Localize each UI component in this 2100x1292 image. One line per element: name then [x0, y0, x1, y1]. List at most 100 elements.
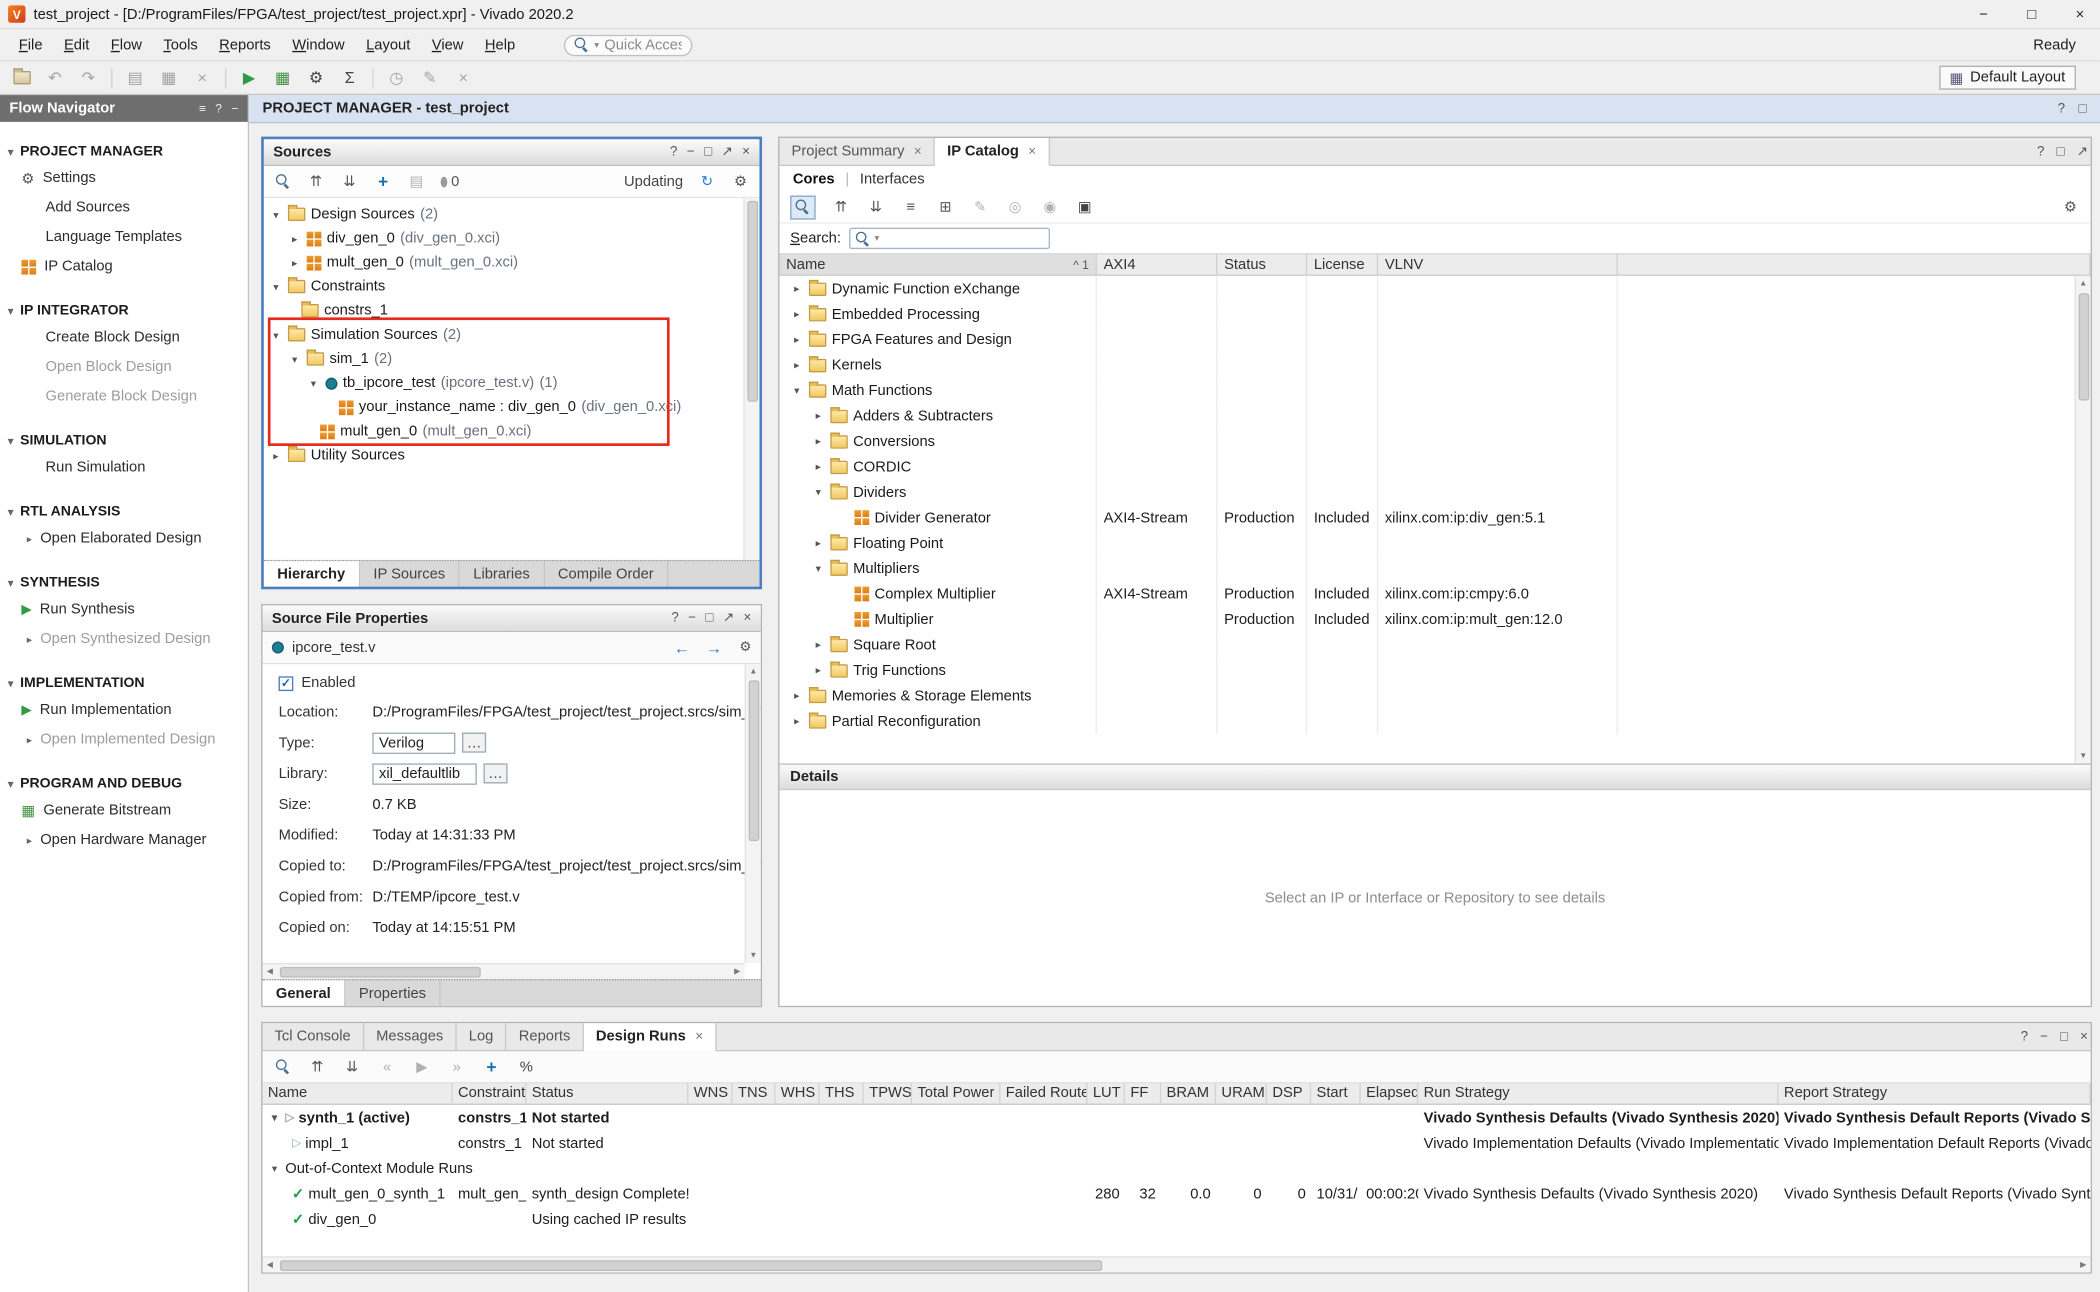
- scrollbar-thumb[interactable]: [2079, 293, 2090, 400]
- expand-all-icon[interactable]: ⇊: [343, 1057, 362, 1076]
- step-run-icon[interactable]: ▶: [413, 1057, 432, 1076]
- chevron-down-icon[interactable]: ▾: [268, 1112, 281, 1124]
- browse-button[interactable]: …: [462, 733, 486, 753]
- table-row[interactable]: ✓mult_gen_0_synth_1 mult_gen_0 synth_des…: [263, 1181, 2091, 1206]
- table-row[interactable]: ▸FPGA Features and Design: [779, 327, 2090, 352]
- sidebar-item-open-hardware-manager[interactable]: ▸Open Hardware Manager: [0, 825, 248, 854]
- window-maximize-icon[interactable]: □: [2012, 0, 2052, 29]
- cancel-icon[interactable]: ×: [453, 67, 474, 88]
- details-toggle-icon[interactable]: ▣: [1075, 198, 1094, 217]
- maximize-icon[interactable]: ↗: [2077, 144, 2088, 159]
- table-row[interactable]: Complex MultiplierAXI4-StreamProductionI…: [779, 581, 2090, 606]
- report-sigma-icon[interactable]: Σ: [339, 67, 360, 88]
- sidebar-item-settings[interactable]: ⚙Settings: [0, 163, 248, 192]
- table-row[interactable]: ▸Partial Reconfiguration: [779, 708, 2090, 733]
- column-header-name[interactable]: Name^ 1: [779, 254, 1096, 274]
- scroll-down-icon[interactable]: ▼: [746, 948, 761, 963]
- help-icon[interactable]: ?: [215, 102, 222, 115]
- sidebar-item-run-synthesis[interactable]: ▶Run Synthesis: [0, 595, 248, 624]
- menu-item-tools[interactable]: Tools: [153, 33, 209, 57]
- chevron-right-icon[interactable]: ▸: [812, 639, 825, 651]
- table-row[interactable]: ▸Dynamic Function eXchange: [779, 276, 2090, 301]
- copy-icon[interactable]: ▤: [125, 67, 146, 88]
- chevron-down-icon[interactable]: ▾: [307, 377, 320, 389]
- search-input[interactable]: ▾: [849, 228, 1050, 249]
- chevron-down-icon[interactable]: ▾: [268, 1163, 281, 1175]
- table-row[interactable]: ▸Adders & Subtracters: [779, 403, 2090, 428]
- sidebar-item-open-synthesized-design[interactable]: ▸Open Synthesized Design: [0, 624, 248, 653]
- duplicate-icon[interactable]: ▦: [158, 67, 179, 88]
- tab-project-summary[interactable]: Project Summary×: [779, 138, 935, 165]
- table-row[interactable]: Divider GeneratorAXI4-StreamProductionIn…: [779, 505, 2090, 530]
- flow-section-header[interactable]: ▾IP INTEGRATOR: [0, 299, 248, 323]
- chevron-right-icon[interactable]: ▸: [812, 435, 825, 447]
- tab-messages[interactable]: Messages: [364, 1023, 457, 1050]
- file-properties-icon[interactable]: ▤: [407, 172, 426, 191]
- chevron-down-icon[interactable]: ▾: [269, 281, 282, 293]
- chevron-down-icon[interactable]: ▾: [812, 563, 825, 575]
- column-header[interactable]: TNS: [733, 1083, 776, 1103]
- tab-tcl-console[interactable]: Tcl Console: [263, 1023, 365, 1050]
- table-row[interactable]: ▸Embedded Processing: [779, 301, 2090, 326]
- column-header[interactable]: BRAM: [1161, 1083, 1216, 1103]
- sidebar-item-language-templates[interactable]: Language Templates: [0, 222, 248, 251]
- enabled-checkbox[interactable]: ✓: [279, 676, 294, 691]
- table-row[interactable]: ▷impl_1 constrs_1 Not started Vivado Imp…: [263, 1130, 2091, 1155]
- collapse-icon[interactable]: −: [231, 102, 238, 115]
- float-icon[interactable]: ↗: [723, 611, 734, 626]
- menu-item-flow[interactable]: Flow: [100, 33, 153, 57]
- table-row[interactable]: ▸Kernels: [779, 352, 2090, 377]
- menu-item-window[interactable]: Window: [282, 33, 356, 57]
- close-icon[interactable]: ×: [742, 145, 750, 160]
- table-row[interactable]: ▸Floating Point: [779, 530, 2090, 555]
- add-repository-icon[interactable]: ⊞: [936, 198, 955, 217]
- chevron-right-icon[interactable]: ▸: [288, 232, 301, 244]
- column-header[interactable]: Constraints: [453, 1083, 527, 1103]
- scroll-down-icon[interactable]: ▼: [2076, 749, 2091, 764]
- table-row[interactable]: ▸Memories & Storage Elements: [779, 683, 2090, 708]
- quick-access-search[interactable]: ▾ Quick Access: [563, 34, 692, 55]
- tree-row[interactable]: your_instance_name : div_gen_0 (div_gen_…: [264, 395, 760, 419]
- tree-row[interactable]: ▾Simulation Sources (2): [264, 323, 760, 347]
- flow-section-header[interactable]: ▾PROGRAM AND DEBUG: [0, 771, 248, 795]
- menu-item-view[interactable]: View: [421, 33, 474, 57]
- tab-libraries[interactable]: Libraries: [460, 561, 545, 586]
- step-first-icon[interactable]: «: [378, 1057, 397, 1076]
- forward-arrow-icon[interactable]: →: [706, 638, 722, 657]
- menu-item-help[interactable]: Help: [474, 33, 526, 57]
- redo-icon[interactable]: ↷: [78, 67, 99, 88]
- close-icon[interactable]: ×: [914, 144, 922, 159]
- menu-item-layout[interactable]: Layout: [355, 33, 421, 57]
- refresh-icon[interactable]: ↻: [698, 172, 717, 191]
- column-header[interactable]: Elapsed: [1361, 1083, 1419, 1103]
- clock-icon[interactable]: ◷: [386, 67, 407, 88]
- chevron-right-icon[interactable]: ▸: [812, 461, 825, 473]
- column-header-axi4[interactable]: AXI4: [1097, 254, 1218, 274]
- chevron-down-icon[interactable]: ▾: [269, 329, 282, 341]
- tree-row[interactable]: ▸mult_gen_0 (mult_gen_0.xci): [264, 250, 760, 274]
- collapse-all-icon[interactable]: ⇈: [308, 1057, 327, 1076]
- flow-section-header[interactable]: ▾RTL ANALYSIS: [0, 500, 248, 524]
- column-header[interactable]: Run Strategy: [1418, 1083, 1778, 1103]
- tab-log[interactable]: Log: [457, 1023, 507, 1050]
- sidebar-item-generate-block-design[interactable]: Generate Block Design: [0, 382, 248, 411]
- menu-item-reports[interactable]: Reports: [208, 33, 281, 57]
- collapse-all-icon[interactable]: ⇈: [307, 172, 326, 191]
- sidebar-item-run-implementation[interactable]: ▶Run Implementation: [0, 695, 248, 724]
- collapse-all-icon[interactable]: ⇈: [832, 198, 851, 217]
- close-icon[interactable]: ×: [2080, 1029, 2088, 1044]
- horizontal-scrollbar[interactable]: ◀ ▶: [263, 1256, 2091, 1272]
- delete-icon[interactable]: ×: [192, 67, 213, 88]
- scroll-right-icon[interactable]: ▶: [2076, 1258, 2091, 1273]
- tab-design-runs[interactable]: Design Runs×: [584, 1023, 717, 1051]
- chevron-down-icon[interactable]: ▾: [790, 384, 803, 396]
- column-header[interactable]: THS: [820, 1083, 864, 1103]
- chevron-right-icon[interactable]: ▸: [812, 537, 825, 549]
- menu-item-file[interactable]: File: [8, 33, 53, 57]
- type-input[interactable]: Verilog: [372, 732, 455, 753]
- tree-row[interactable]: constrs_1: [264, 299, 760, 323]
- column-header-license[interactable]: License: [1307, 254, 1378, 274]
- column-header[interactable]: WHS: [775, 1083, 819, 1103]
- column-header-status[interactable]: Status: [1217, 254, 1307, 274]
- tab-ip-catalog[interactable]: IP Catalog×: [935, 138, 1049, 166]
